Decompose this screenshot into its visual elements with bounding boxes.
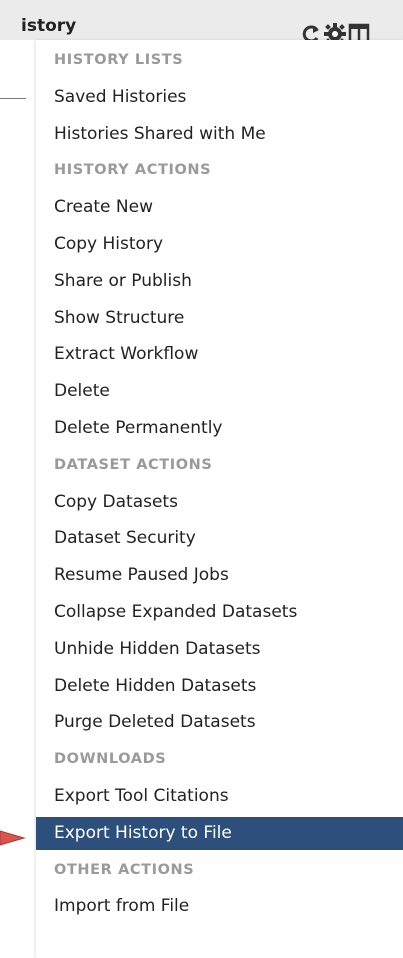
menu-item-copy-history[interactable]: Copy History [36, 228, 403, 261]
section-header-dataset-actions: DATASET ACTIONS [54, 456, 213, 473]
section-header-downloads: DOWNLOADS [54, 751, 167, 768]
panel-header-icons [300, 17, 370, 40]
menu-item-share-or-publish[interactable]: Share or Publish [36, 265, 403, 298]
menu-item-histories-shared-with-me[interactable]: Histories Shared with Me [36, 118, 403, 151]
menu-item-create-new[interactable]: Create New [36, 191, 403, 224]
menu-item-collapse-expanded-datasets[interactable]: Collapse Expanded Datasets [36, 596, 403, 629]
pointer-arrow-icon [0, 826, 30, 850]
menu-item-extract-workflow[interactable]: Extract Workflow [36, 338, 403, 371]
menu-item-saved-histories[interactable]: Saved Histories [36, 81, 403, 114]
menu-item-resume-paused-jobs[interactable]: Resume Paused Jobs [36, 559, 403, 592]
menu-item-export-tool-citations[interactable]: Export Tool Citations [36, 780, 403, 813]
section-header-history-actions: HISTORY ACTIONS [54, 162, 212, 179]
menu-item-dataset-security[interactable]: Dataset Security [36, 522, 403, 555]
menu-item-delete[interactable]: Delete [36, 375, 403, 408]
gear-icon[interactable] [324, 23, 346, 40]
columns-icon[interactable] [348, 23, 370, 40]
menu-item-export-history-to-file[interactable]: Export History to File [36, 816, 403, 850]
section-header-other-actions: OTHER ACTIONS [54, 861, 195, 878]
menu-item-unhide-hidden-datasets[interactable]: Unhide Hidden Datasets [36, 633, 403, 666]
menu-item-show-structure[interactable]: Show Structure [36, 302, 403, 335]
refresh-icon[interactable] [300, 23, 322, 40]
section-header-history-lists: HISTORY LISTS [54, 52, 184, 68]
menu-item-delete-hidden-datasets[interactable]: Delete Hidden Datasets [36, 670, 403, 703]
menu-item-import-from-file[interactable]: Import from File [36, 890, 403, 923]
panel-title: istory [21, 16, 77, 36]
menu-item-purge-deleted-datasets[interactable]: Purge Deleted Datasets [36, 706, 403, 739]
history-options-dropdown: HISTORY LISTS Saved Histories Histories Sh… [36, 40, 403, 958]
divider-line [0, 98, 26, 99]
menu-item-copy-datasets[interactable]: Copy Datasets [36, 486, 403, 519]
menu-item-delete-permanently[interactable]: Delete Permanently [36, 412, 403, 445]
